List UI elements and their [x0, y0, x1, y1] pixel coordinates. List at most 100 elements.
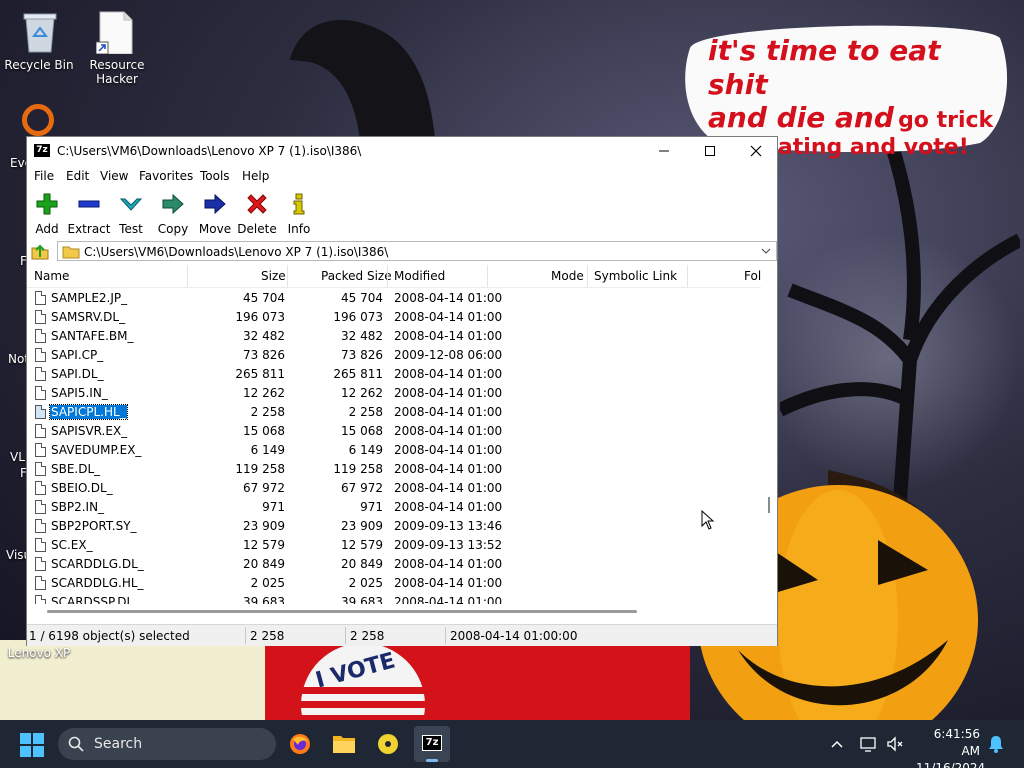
file-row[interactable]: SAMSRV.DL_ 196 073 196 073 2008-04-14 01:00 [27, 308, 761, 327]
file-size: 2 258 [250, 405, 285, 419]
copy-button[interactable]: Copy [153, 191, 193, 237]
taskbar-disc-app[interactable] [370, 726, 406, 762]
extract-button[interactable]: Extract [68, 191, 110, 237]
file-row[interactable]: SC.EX_ 12 579 12 579 2009-09-13 13:52 [27, 536, 761, 555]
volume-muted-icon[interactable] [886, 735, 904, 753]
file-name: SAPISVR.EX_ [51, 424, 128, 438]
add-button[interactable]: Add [27, 191, 67, 237]
maximize-button[interactable] [687, 137, 733, 165]
file-icon [35, 462, 46, 476]
column-mode[interactable]: Mode [551, 269, 584, 283]
clock[interactable]: 6:41:56 AM 11/16/2024 [916, 726, 986, 777]
file-row[interactable]: SAMPLE2.JP_ 45 704 45 704 2008-04-14 01:00 [27, 289, 761, 308]
file-list[interactable]: SAMPLE2.JP_ 45 704 45 704 2008-04-14 01:00 S… [27, 289, 761, 604]
file-modified: 2008-04-14 01:00 [394, 500, 503, 514]
column-modified[interactable]: Modified [394, 269, 445, 283]
file-row[interactable]: SCARDDLG.DL_ 20 849 20 849 2008-04-14 01:00 [27, 555, 761, 574]
file-explorer-icon [333, 736, 355, 753]
file-row[interactable]: SAPI.DL_ 265 811 265 811 2008-04-14 01:00 [27, 365, 761, 384]
column-divider[interactable] [687, 265, 688, 287]
file-row[interactable]: SBEIO.DL_ 67 972 67 972 2008-04-14 01:00 [27, 479, 761, 498]
chevron-up-icon[interactable] [830, 737, 844, 751]
taskbar-firefox[interactable] [282, 726, 318, 762]
taskbar-search[interactable]: Search [58, 728, 276, 760]
file-icon [35, 538, 46, 552]
menu-edit[interactable]: Edit [66, 169, 89, 183]
column-divider[interactable] [487, 265, 488, 287]
column-divider[interactable] [587, 265, 588, 287]
menu-view[interactable]: View [100, 169, 128, 183]
lenovo-xp-label[interactable]: Lenovo XP [4, 646, 74, 660]
file-row[interactable]: SAPICPL.HL_ 2 258 2 258 2008-04-14 01:00 [27, 403, 761, 422]
file-icon [35, 310, 46, 324]
notification-bell-icon[interactable] [988, 735, 1004, 753]
orange-ring-decoration [22, 104, 54, 136]
file-row[interactable]: SBP2PORT.SY_ 23 909 23 909 2009-09-13 13:46 [27, 517, 761, 536]
taskbar-7zip[interactable]: 7z [414, 726, 450, 762]
speech-line-1: it's time to eat shit [708, 34, 941, 101]
network-icon[interactable] [860, 735, 878, 753]
file-row[interactable]: SBE.DL_ 119 258 119 258 2008-04-14 01:00 [27, 460, 761, 479]
taskbar: Search 7z 6:41:56 AM 11/16/2024 [0, 720, 1024, 775]
menu-help[interactable]: Help [242, 169, 269, 183]
column-packed-size[interactable]: Packed Size [321, 269, 392, 283]
file-size: 23 909 [243, 519, 285, 533]
horizontal-scroll-thumb[interactable] [47, 610, 637, 613]
file-row[interactable]: SANTAFE.BM_ 32 482 32 482 2008-04-14 01:00 [27, 327, 761, 346]
column-divider[interactable] [287, 265, 288, 287]
delete-button[interactable]: Delete [237, 191, 277, 237]
test-button[interactable]: Test [111, 191, 151, 237]
file-row[interactable]: SCARDDLG.HL_ 2 025 2 025 2008-04-14 01:00 [27, 574, 761, 593]
file-row[interactable]: SCARDSSP.DL_ 39 683 39 683 2008-04-14 01:00 [27, 593, 761, 604]
windows-start-icon[interactable] [20, 733, 44, 757]
resource-hacker-label[interactable]: Resource Hacker [80, 58, 154, 86]
recycle-bin-icon[interactable] [20, 10, 60, 54]
column-name[interactable]: Name [34, 269, 69, 283]
file-size: 39 683 [243, 595, 285, 604]
chevron-down-icon[interactable] [760, 245, 772, 257]
column-size[interactable]: Size [261, 269, 286, 283]
delete-x-icon [247, 194, 267, 214]
file-icon [35, 367, 46, 381]
file-row[interactable]: SAPISVR.EX_ 15 068 15 068 2008-04-14 01:00 [27, 422, 761, 441]
recycle-bin-label[interactable]: Recycle Bin [2, 58, 76, 72]
menu-bar: File Edit View Favorites Tools Help [27, 165, 777, 187]
column-folder[interactable]: Fol [744, 269, 761, 283]
horizontal-scrollbar[interactable] [27, 605, 761, 617]
resource-hacker-icon[interactable] [96, 10, 136, 54]
file-row[interactable]: SAVEDUMP.EX_ 6 149 6 149 2008-04-14 01:00 [27, 441, 761, 460]
file-size: 12 262 [243, 386, 285, 400]
file-modified: 2009-09-13 13:46 [394, 519, 503, 533]
status-divider [345, 627, 346, 644]
minus-icon [78, 200, 100, 208]
column-divider[interactable] [387, 265, 388, 287]
toolbar: Add Extract Test Copy Move Delete Info [27, 187, 777, 240]
file-size: 265 811 [235, 367, 285, 381]
file-icon [35, 576, 46, 590]
file-row[interactable]: SAPI5.IN_ 12 262 12 262 2008-04-14 01:00 [27, 384, 761, 403]
menu-tools[interactable]: Tools [200, 169, 230, 183]
clock-date: 11/16/2024 [916, 761, 986, 775]
taskbar-file-explorer[interactable] [326, 726, 362, 762]
address-field[interactable]: C:\Users\VM6\Downloads\Lenovo XP 7 (1).i… [57, 241, 777, 261]
file-packed-size: 45 704 [341, 291, 383, 305]
move-button[interactable]: Move [195, 191, 235, 237]
vertical-scroll-thumb[interactable] [768, 497, 770, 513]
title-bar[interactable]: 7z C:\Users\VM6\Downloads\Lenovo XP 7 (1… [27, 137, 777, 165]
info-button[interactable]: Info [279, 191, 319, 237]
folder-up-icon[interactable] [31, 242, 49, 260]
file-name: SCARDDLG.DL_ [51, 557, 144, 571]
file-row[interactable]: SAPI.CP_ 73 826 73 826 2009-12-08 06:00 [27, 346, 761, 365]
minimize-button[interactable] [641, 137, 687, 165]
file-row[interactable]: SBP2.IN_ 971 971 2008-04-14 01:00 [27, 498, 761, 517]
menu-file[interactable]: File [34, 169, 54, 183]
file-name: SBP2PORT.SY_ [51, 519, 137, 533]
close-button[interactable] [733, 137, 779, 165]
file-icon [35, 291, 46, 305]
file-icon [35, 481, 46, 495]
column-divider[interactable] [187, 265, 188, 287]
menu-favorites[interactable]: Favorites [139, 169, 193, 183]
column-symbolic-link[interactable]: Symbolic Link [594, 269, 677, 283]
vertical-scrollbar[interactable] [761, 265, 777, 605]
file-packed-size: 265 811 [333, 367, 383, 381]
